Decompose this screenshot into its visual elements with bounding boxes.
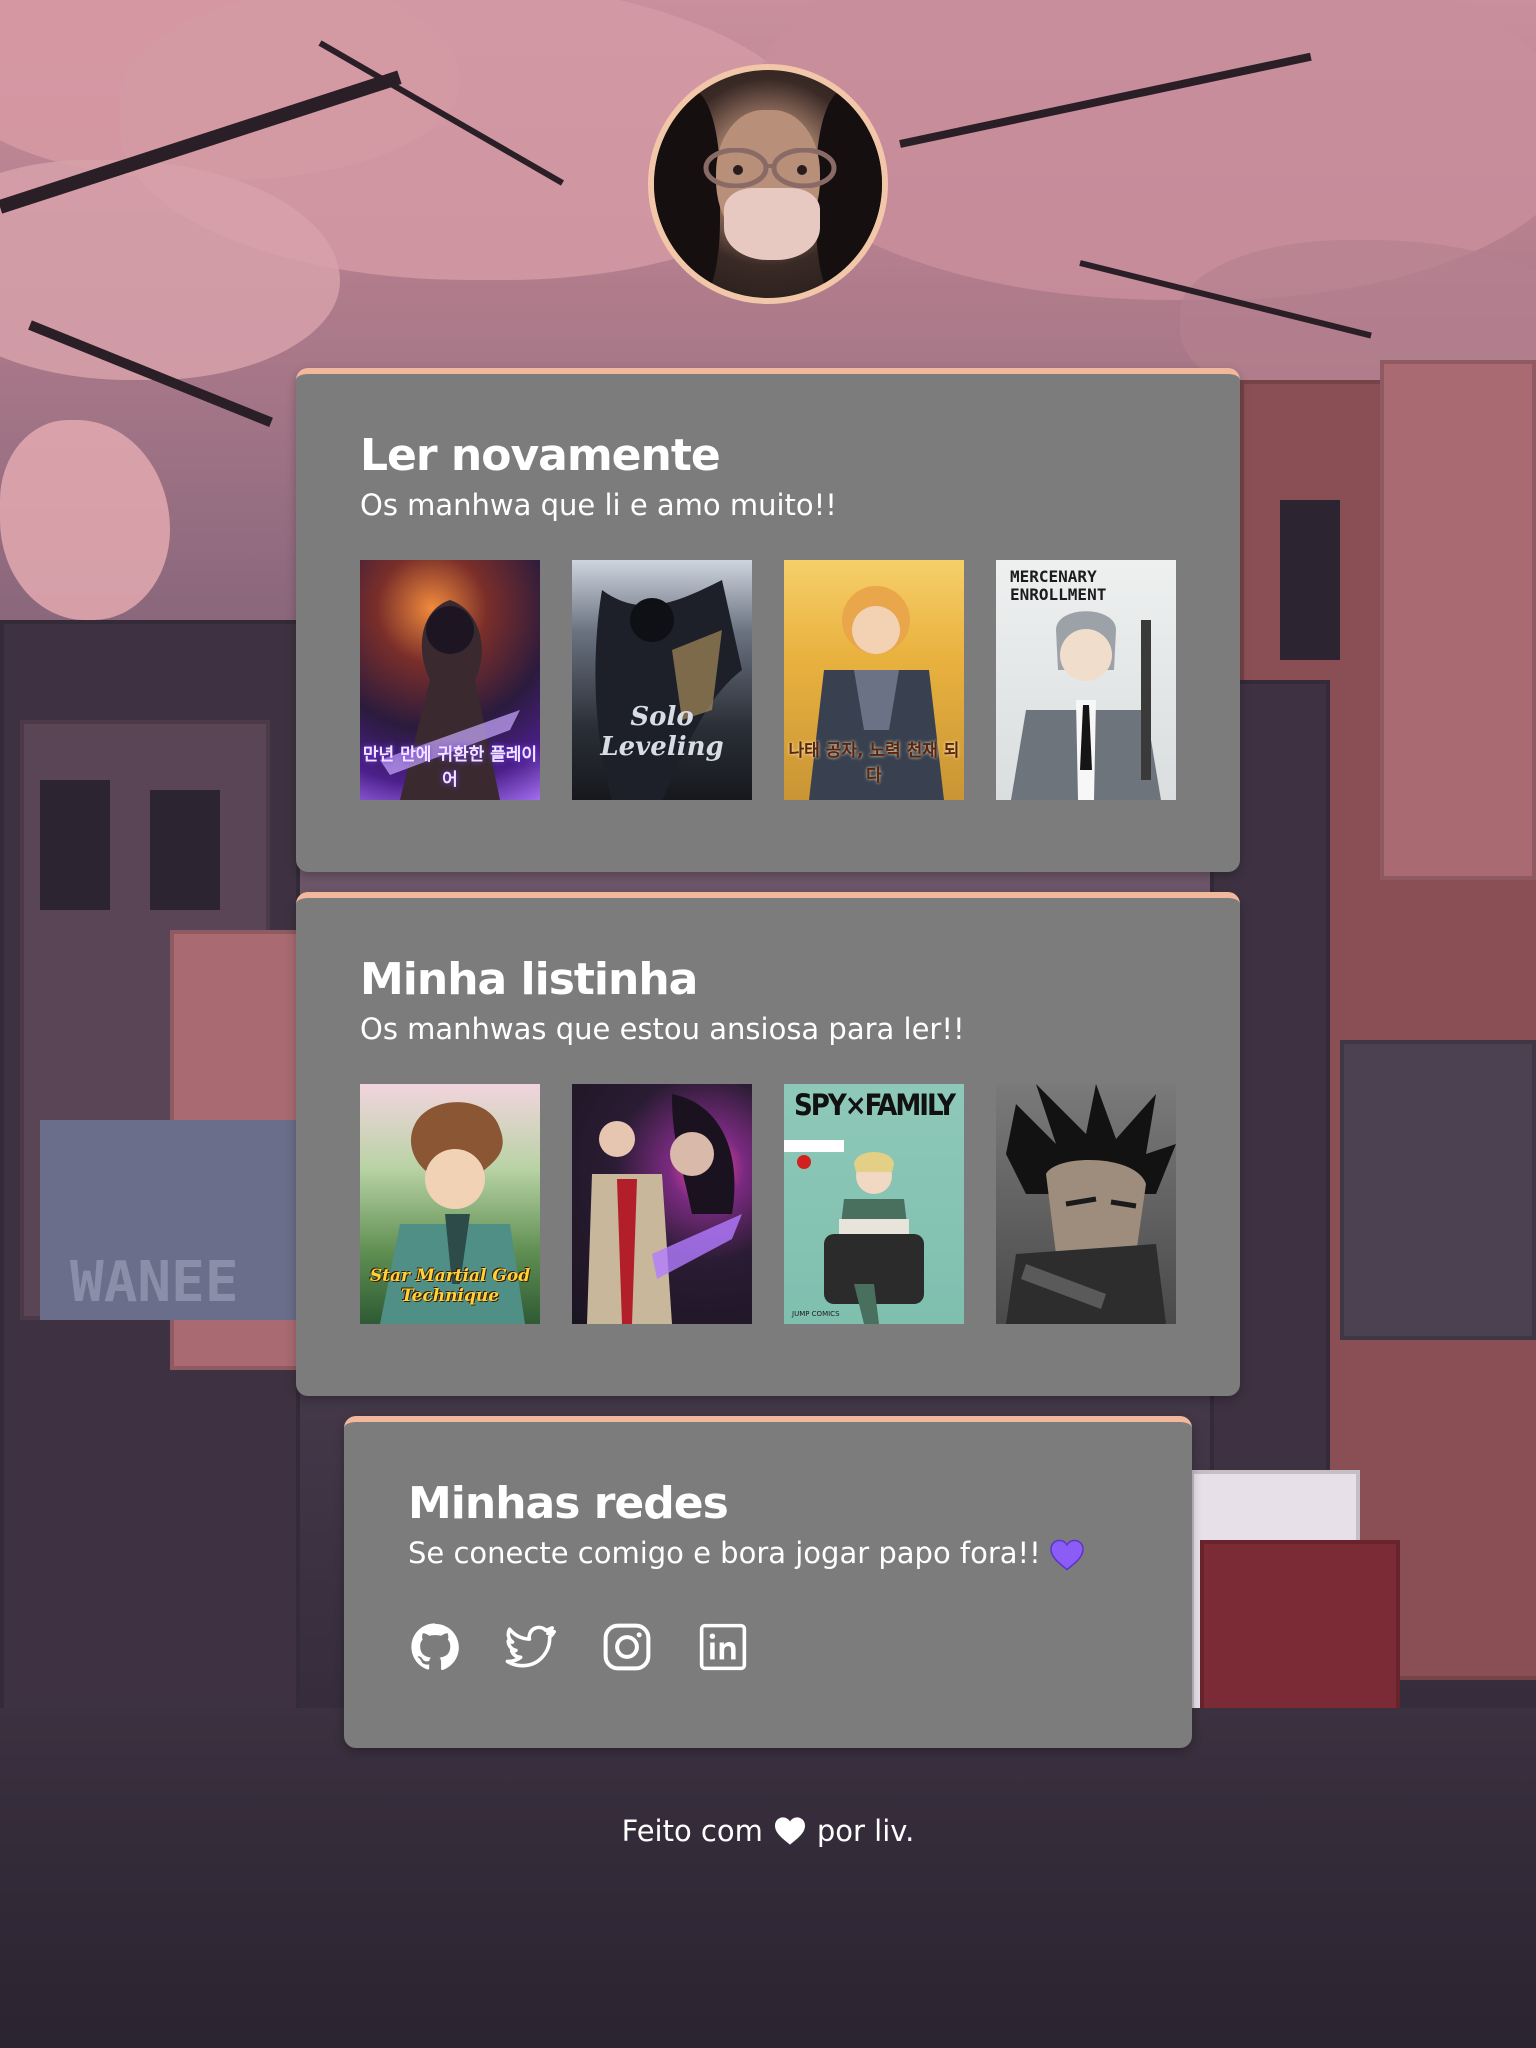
profile-avatar [648,64,888,304]
purple-heart-icon [1050,1539,1084,1571]
instagram-link[interactable] [600,1620,654,1674]
manhwa-cover-player-returned[interactable]: 만년 만에 귀환한 플레이어 [360,560,540,800]
twitter-icon [505,1625,556,1668]
section-title: Minha listinha [360,954,698,1005]
manhwa-cover-solo-leveling[interactable]: Solo Leveling [572,560,752,800]
social-section-card: Minhas redes Se conecte comigo e bora jo… [344,1416,1192,1748]
reread-section-card: Ler novamente Os manhwa que li e amo mui… [296,368,1240,872]
manhwa-cover-lazy-prince[interactable]: 나태 공자, 노력 천재 되다 [784,560,964,800]
subtitle-text: Se conecte comigo e bora jogar papo fora… [408,1536,1041,1570]
twitter-link[interactable] [504,1620,558,1674]
linkedin-icon [699,1623,747,1671]
manhwa-cover-mercenary-enrollment[interactable]: MERCENARY ENROLLMENT [996,560,1176,800]
section-subtitle: Os manhwa que li e amo muito!! [360,488,837,522]
manga-cover-spy-x-family[interactable]: JUMP COMICS SPY×FAMILY [784,1084,964,1324]
heart-icon [774,1817,805,1845]
manhwa-cover-dark-sorcerer[interactable] [572,1084,752,1324]
section-title: Minhas redes [408,1478,729,1529]
linkedin-link[interactable] [696,1620,750,1674]
section-subtitle: Os manhwas que estou ansiosa para ler!! [360,1012,965,1046]
footer-suffix: por liv. [816,1814,915,1848]
footer: Feito com por liv. [0,1812,1536,1848]
svg-text:JUMP COMICS: JUMP COMICS [791,1310,840,1318]
reading-list-section-card: Minha listinha Os manhwas que estou ansi… [296,892,1240,1396]
manhwa-cover-star-martial-god[interactable]: Star Martial God Technique [360,1084,540,1324]
instagram-icon [603,1623,651,1671]
github-icon [411,1623,459,1670]
manga-cover-berserk[interactable] [996,1084,1176,1324]
section-subtitle: Se conecte comigo e bora jogar papo fora… [408,1536,1085,1571]
section-title: Ler novamente [360,430,721,481]
github-link[interactable] [408,1620,462,1674]
footer-prefix: Feito com [621,1814,763,1848]
